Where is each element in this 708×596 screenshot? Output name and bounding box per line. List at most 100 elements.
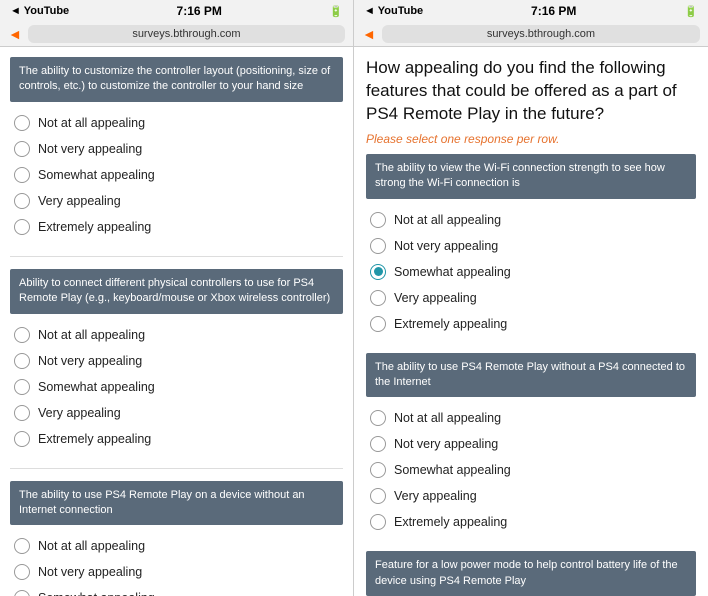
radio-label: Extremely appealing <box>394 317 507 331</box>
radio-label: Not very appealing <box>394 437 498 451</box>
left-battery-icon: 🔋 <box>329 5 343 18</box>
radio-option[interactable]: Somewhat appealing <box>10 585 343 596</box>
radio-circle[interactable] <box>370 514 386 530</box>
left-question-group-2: The ability to use PS4 Remote Play on a … <box>10 481 343 596</box>
right-question-group-1: The ability to use PS4 Remote Play witho… <box>366 353 696 536</box>
radio-circle[interactable] <box>370 238 386 254</box>
radio-label: Extremely appealing <box>38 220 151 234</box>
radio-circle[interactable] <box>370 212 386 228</box>
radio-option[interactable]: Not very appealing <box>10 348 343 374</box>
radio-option[interactable]: Extremely appealing <box>366 311 696 337</box>
radio-label: Not very appealing <box>38 565 142 579</box>
radio-option[interactable]: Not at all appealing <box>10 322 343 348</box>
right-url-bar: surveys.bthrough.com <box>382 25 700 43</box>
left-section-header-2: The ability to use PS4 Remote Play on a … <box>10 481 343 526</box>
left-scroll-content: The ability to customize the controller … <box>0 47 353 596</box>
radio-option[interactable]: Very appealing <box>366 285 696 311</box>
radio-label: Not very appealing <box>38 354 142 368</box>
radio-option[interactable]: Very appealing <box>10 400 343 426</box>
section-divider <box>10 468 343 469</box>
radio-label: Somewhat appealing <box>38 591 155 596</box>
radio-label: Very appealing <box>38 194 121 208</box>
radio-circle[interactable] <box>14 193 30 209</box>
radio-label: Very appealing <box>394 291 477 305</box>
radio-option[interactable]: Not very appealing <box>366 431 696 457</box>
radio-label: Very appealing <box>38 406 121 420</box>
right-section-header-0: The ability to view the Wi-Fi connection… <box>366 154 696 199</box>
radio-label: Very appealing <box>394 489 477 503</box>
radio-circle[interactable] <box>14 379 30 395</box>
radio-circle[interactable] <box>14 564 30 580</box>
radio-label: Not at all appealing <box>38 539 145 553</box>
radio-option[interactable]: Extremely appealing <box>366 509 696 535</box>
radio-circle[interactable] <box>370 488 386 504</box>
right-status-bar: ◄ YouTube 7:16 PM 🔋 <box>354 0 708 22</box>
right-back-arrow-icon[interactable]: ◄ <box>362 26 376 42</box>
radio-circle[interactable] <box>370 264 386 280</box>
radio-label: Not very appealing <box>394 239 498 253</box>
radio-option[interactable]: Not at all appealing <box>10 110 343 136</box>
radio-label: Not at all appealing <box>38 328 145 342</box>
radio-circle[interactable] <box>14 141 30 157</box>
radio-option[interactable]: Not very appealing <box>10 136 343 162</box>
radio-circle[interactable] <box>14 115 30 131</box>
radio-option[interactable]: Somewhat appealing <box>366 259 696 285</box>
radio-circle[interactable] <box>14 353 30 369</box>
radio-option[interactable]: Somewhat appealing <box>10 374 343 400</box>
radio-option[interactable]: Somewhat appealing <box>10 162 343 188</box>
radio-label: Extremely appealing <box>394 515 507 529</box>
radio-label: Not at all appealing <box>394 411 501 425</box>
right-browser-bar: ◄ surveys.bthrough.com <box>354 22 708 47</box>
radio-option[interactable]: Extremely appealing <box>10 214 343 240</box>
right-battery-icon: 🔋 <box>684 5 698 18</box>
left-section-header-0: The ability to customize the controller … <box>10 57 343 102</box>
radio-option[interactable]: Very appealing <box>10 188 343 214</box>
left-back-arrow-icon[interactable]: ◄ <box>8 26 22 42</box>
right-phone-panel: ◄ YouTube 7:16 PM 🔋 ◄ surveys.bthrough.c… <box>354 0 708 596</box>
right-scroll-content: The ability to view the Wi-Fi connection… <box>354 154 708 596</box>
right-section-header-1: The ability to use PS4 Remote Play witho… <box>366 353 696 398</box>
left-url-bar: surveys.bthrough.com <box>28 25 345 43</box>
radio-option[interactable]: Not at all appealing <box>366 405 696 431</box>
radio-option[interactable]: Not at all appealing <box>366 207 696 233</box>
right-youtube-label: ◄ YouTube <box>364 5 423 17</box>
radio-label: Somewhat appealing <box>394 265 511 279</box>
radio-label: Somewhat appealing <box>38 380 155 394</box>
radio-circle[interactable] <box>14 167 30 183</box>
left-status-bar: ◄ YouTube 7:16 PM 🔋 <box>0 0 353 22</box>
radio-circle[interactable] <box>370 462 386 478</box>
main-question-text: How appealing do you find the following … <box>354 47 708 130</box>
radio-circle[interactable] <box>370 436 386 452</box>
left-browser-bar: ◄ surveys.bthrough.com <box>0 22 353 47</box>
radio-option[interactable]: Very appealing <box>366 483 696 509</box>
radio-label: Somewhat appealing <box>394 463 511 477</box>
radio-circle[interactable] <box>370 410 386 426</box>
right-time: 7:16 PM <box>531 4 576 18</box>
radio-label: Extremely appealing <box>38 432 151 446</box>
radio-label: Not at all appealing <box>394 213 501 227</box>
right-question-group-2: Feature for a low power mode to help con… <box>366 551 696 596</box>
radio-circle[interactable] <box>14 590 30 596</box>
radio-option[interactable]: Not at all appealing <box>10 533 343 559</box>
radio-circle[interactable] <box>370 290 386 306</box>
left-phone-panel: ◄ YouTube 7:16 PM 🔋 ◄ surveys.bthrough.c… <box>0 0 354 596</box>
radio-label: Not very appealing <box>38 142 142 156</box>
right-question-group-0: The ability to view the Wi-Fi connection… <box>366 154 696 337</box>
sub-instruction-text: Please select one response per row. <box>354 130 708 154</box>
radio-option[interactable]: Not very appealing <box>366 233 696 259</box>
radio-circle[interactable] <box>14 219 30 235</box>
radio-label: Somewhat appealing <box>38 168 155 182</box>
radio-option[interactable]: Extremely appealing <box>10 426 343 452</box>
radio-option[interactable]: Not very appealing <box>10 559 343 585</box>
section-divider <box>10 256 343 257</box>
left-section-header-1: Ability to connect different physical co… <box>10 269 343 314</box>
radio-circle[interactable] <box>14 327 30 343</box>
radio-option[interactable]: Somewhat appealing <box>366 457 696 483</box>
left-youtube-label: ◄ YouTube <box>10 5 69 17</box>
left-question-group-0: The ability to customize the controller … <box>10 57 343 240</box>
radio-circle[interactable] <box>14 405 30 421</box>
radio-circle[interactable] <box>14 431 30 447</box>
radio-circle[interactable] <box>370 316 386 332</box>
radio-label: Not at all appealing <box>38 116 145 130</box>
radio-circle[interactable] <box>14 538 30 554</box>
